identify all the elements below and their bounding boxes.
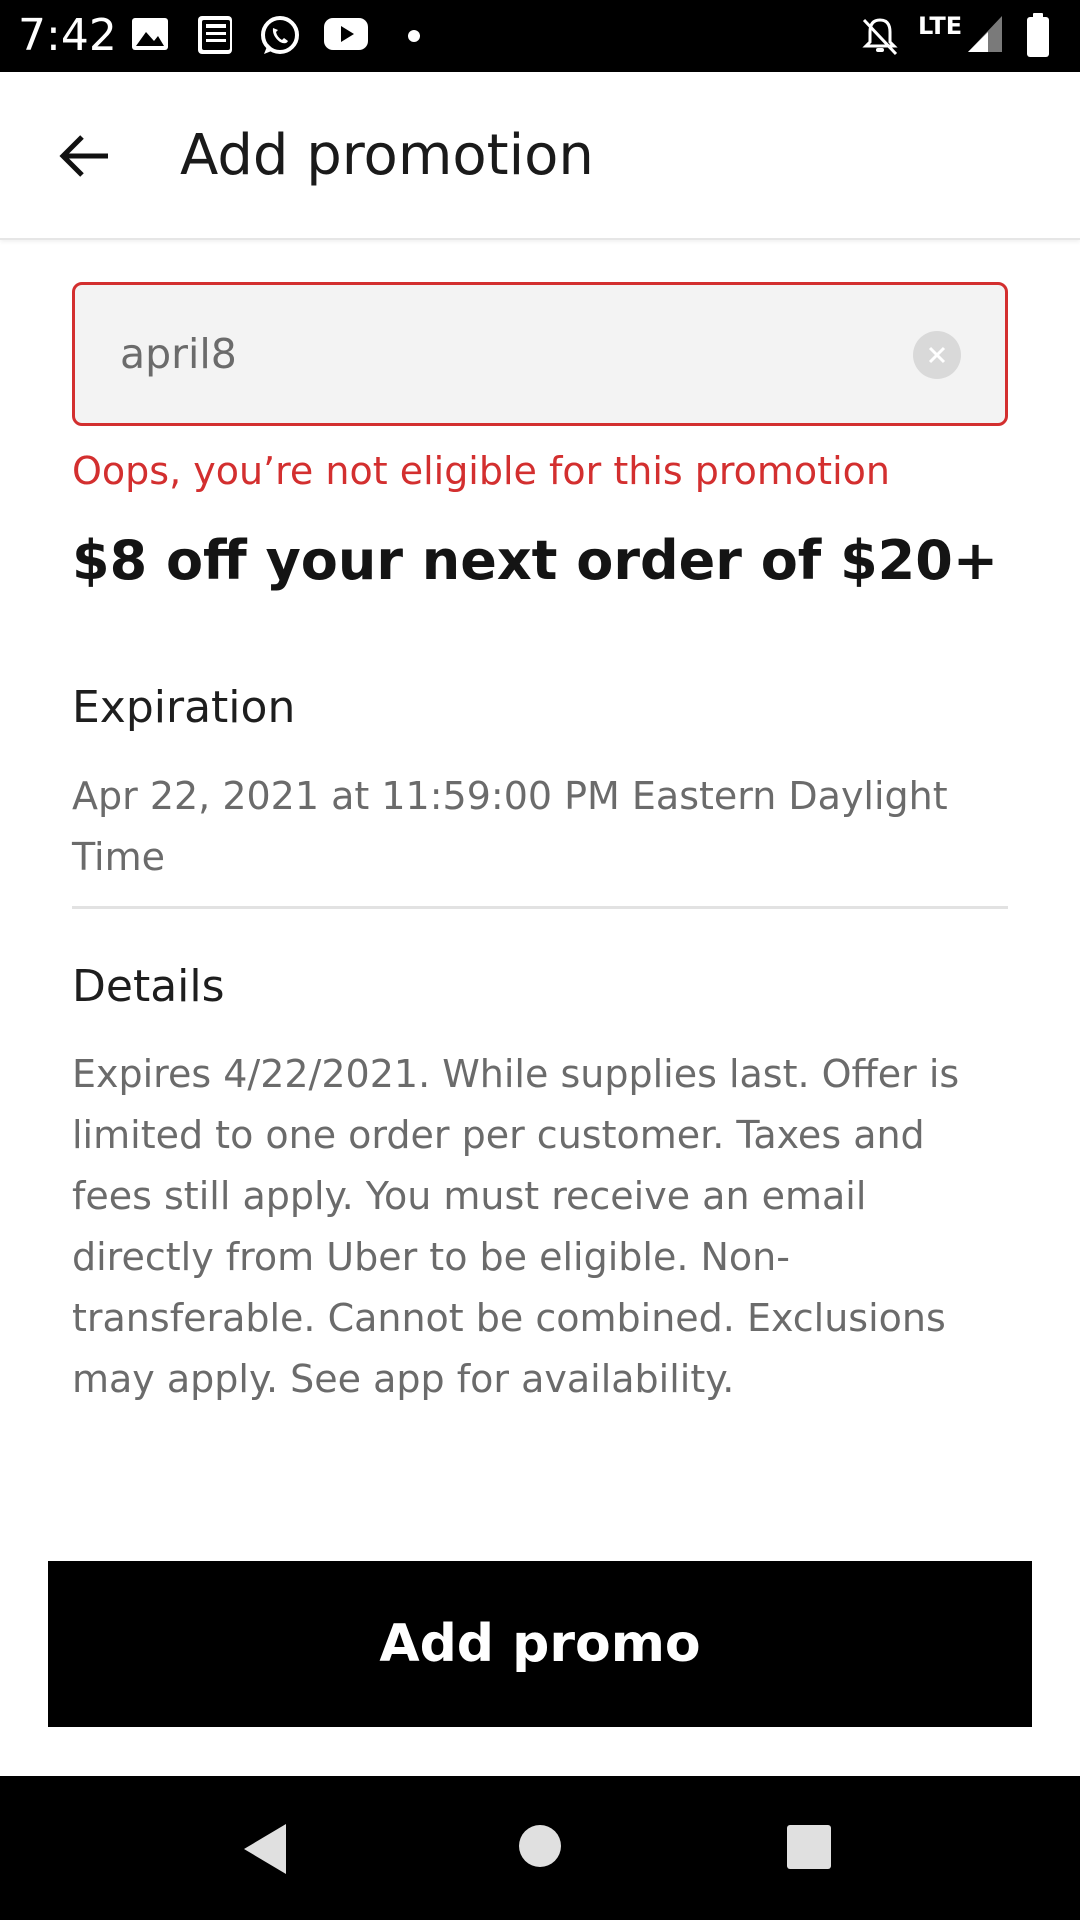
arrow-left-icon <box>59 135 108 177</box>
close-circle-icon <box>928 346 946 364</box>
home-circle-icon[interactable] <box>518 1824 562 1868</box>
clear-button[interactable] <box>913 331 961 379</box>
navigation-bar <box>0 1776 1080 1920</box>
promo-headline: $8 off your next order of $20+ <box>72 529 999 592</box>
promo-code-input[interactable] <box>120 323 880 385</box>
news-icon <box>198 16 232 54</box>
back-triangle-icon[interactable] <box>240 1822 290 1876</box>
battery-icon <box>1027 13 1049 57</box>
notifications-off-icon <box>862 18 898 56</box>
details-heading: Details <box>72 961 225 1012</box>
expiration-value: Apr 22, 2021 at 11:59:00 PM Eastern Dayl… <box>72 774 948 879</box>
expiration-heading: Expiration <box>72 682 296 733</box>
image-icon <box>132 18 168 50</box>
divider <box>72 906 1008 909</box>
add-promo-button[interactable]: Add promo <box>48 1561 1032 1727</box>
status-time: 7:42 <box>18 10 117 61</box>
back-button[interactable] <box>52 126 116 186</box>
whatsapp-icon <box>261 16 299 54</box>
recents-square-icon[interactable] <box>786 1824 832 1870</box>
app-bar: Add promotion <box>0 72 1080 240</box>
signal-icon <box>968 16 1002 52</box>
dot-icon <box>408 30 420 42</box>
youtube-icon <box>324 18 368 50</box>
error-message: Oops, you’re not eligible for this promo… <box>72 449 890 493</box>
network-type: LTE <box>918 12 963 40</box>
details-text: Expires 4/22/2021. While supplies last. … <box>72 1052 960 1401</box>
page-title: Add promotion <box>180 123 594 188</box>
status-bar: 7:42 LTE <box>0 0 1080 72</box>
promo-code-field[interactable] <box>72 282 1008 426</box>
